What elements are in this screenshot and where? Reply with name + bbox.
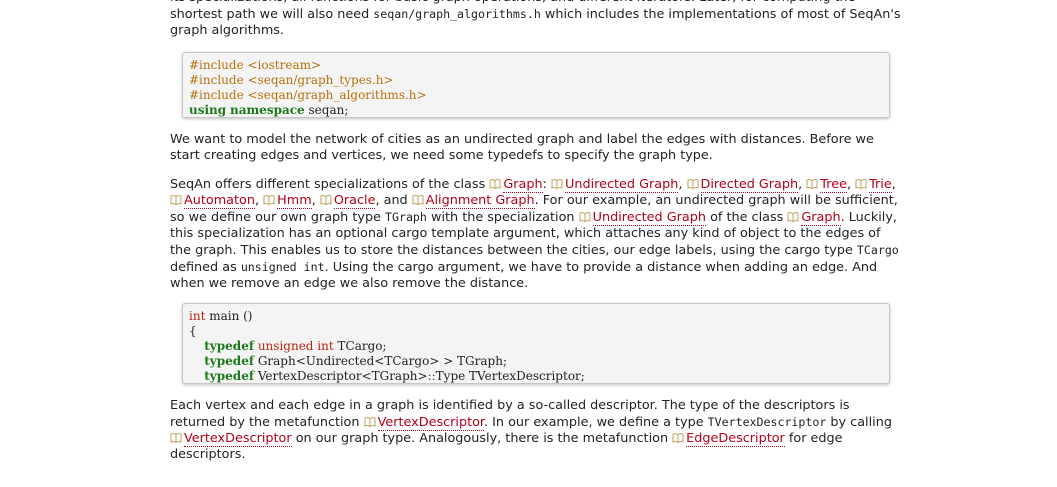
- inline-code: seqan/graph_algorithms.h: [373, 7, 541, 21]
- link-graph[interactable]: Graph: [503, 177, 543, 193]
- book-icon: [672, 432, 684, 443]
- link-edge-descriptor[interactable]: EdgeDescriptor: [686, 431, 785, 447]
- keyword: typedef: [204, 354, 254, 368]
- link-graph[interactable]: Graph: [801, 210, 841, 226]
- book-icon: [489, 178, 501, 189]
- link-trie[interactable]: Trie: [869, 177, 892, 193]
- inline-code: TGraph: [385, 210, 427, 224]
- book-icon: [551, 178, 563, 189]
- text: on our graph type. Analogously, there is…: [291, 431, 673, 446]
- text: by calling: [826, 415, 892, 430]
- type-name: int: [189, 309, 206, 323]
- book-icon: [320, 194, 332, 205]
- link-undirected-graph[interactable]: Undirected Graph: [564, 177, 679, 193]
- book-icon: [579, 211, 591, 222]
- text: with the specialization: [426, 210, 579, 225]
- code-text: {: [189, 324, 197, 338]
- book-icon: [263, 194, 275, 205]
- doc-content: its specializations, all functions for b…: [170, 0, 904, 463]
- text: ,: [254, 193, 264, 208]
- link-undirected-graph[interactable]: Undirected Graph: [592, 210, 706, 226]
- paragraph-intro: its specializations, all functions for b…: [170, 0, 904, 39]
- book-icon: [412, 194, 424, 205]
- link-alignment-graph[interactable]: Alignment Graph: [425, 193, 535, 209]
- include-directive: #include <seqan/graph_algorithms.h>: [189, 88, 427, 102]
- link-hmm[interactable]: Hmm: [277, 193, 312, 209]
- book-icon: [855, 178, 867, 189]
- text: defined as: [170, 260, 241, 275]
- code-text: Graph<Undirected<TCargo> > TGraph;: [254, 354, 507, 368]
- link-tree[interactable]: Tree: [820, 177, 847, 193]
- keyword: typedef: [204, 339, 254, 353]
- code-text: main (): [205, 309, 253, 323]
- keyword: using: [189, 103, 227, 117]
- text: ,: [798, 177, 807, 192]
- text: of the class: [706, 210, 788, 225]
- include-directive: #include <iostream>: [189, 58, 322, 72]
- text: ,: [891, 177, 896, 192]
- code-text: TCargo;: [333, 339, 387, 353]
- code-block-includes: #include <iostream> #include <seqan/graph…: [182, 52, 890, 118]
- keyword: namespace: [229, 103, 305, 117]
- book-icon: [687, 178, 699, 189]
- paragraph-model: We want to model the network of cities a…: [170, 132, 874, 163]
- code-text: seqan;: [304, 103, 349, 117]
- link-oracle[interactable]: Oracle: [333, 193, 376, 209]
- text: . In our example, we define a type: [484, 415, 708, 430]
- book-icon: [170, 194, 182, 205]
- keyword: typedef: [204, 369, 254, 383]
- code-text: Type TVertexDescriptor;: [435, 369, 585, 383]
- link-vertex-descriptor[interactable]: VertexDescriptor: [377, 415, 485, 431]
- text: ,: [311, 193, 320, 208]
- paragraph-descriptors: Each vertex and each edge in a graph is …: [170, 398, 904, 463]
- book-icon: [787, 211, 799, 222]
- paragraph-specializations: SeqAn offers different specializations o…: [170, 177, 904, 292]
- type-name: unsigned int: [257, 339, 334, 353]
- book-icon: [806, 178, 818, 189]
- text: :: [542, 177, 551, 192]
- link-directed-graph[interactable]: Directed Graph: [700, 177, 799, 193]
- book-icon: [170, 432, 182, 443]
- scope-operator: ::: [427, 369, 436, 383]
- book-icon: [364, 416, 376, 427]
- inline-code: TVertexDescriptor: [707, 415, 827, 429]
- inline-code: unsigned int: [240, 260, 325, 274]
- code-text: VertexDescriptor<TGraph>: [254, 369, 428, 383]
- text: ,: [846, 177, 856, 192]
- text: ,: [678, 177, 687, 192]
- link-vertex-descriptor[interactable]: VertexDescriptor: [184, 431, 292, 447]
- text: , and: [375, 193, 412, 208]
- code-block-typedefs: int main () { typedef unsigned int TCargo…: [182, 303, 890, 384]
- inline-code: TCargo: [856, 243, 899, 257]
- text: SeqAn offers different specializations o…: [170, 177, 490, 192]
- include-directive: #include <seqan/graph_types.h>: [189, 73, 394, 87]
- link-automaton[interactable]: Automaton: [184, 193, 255, 209]
